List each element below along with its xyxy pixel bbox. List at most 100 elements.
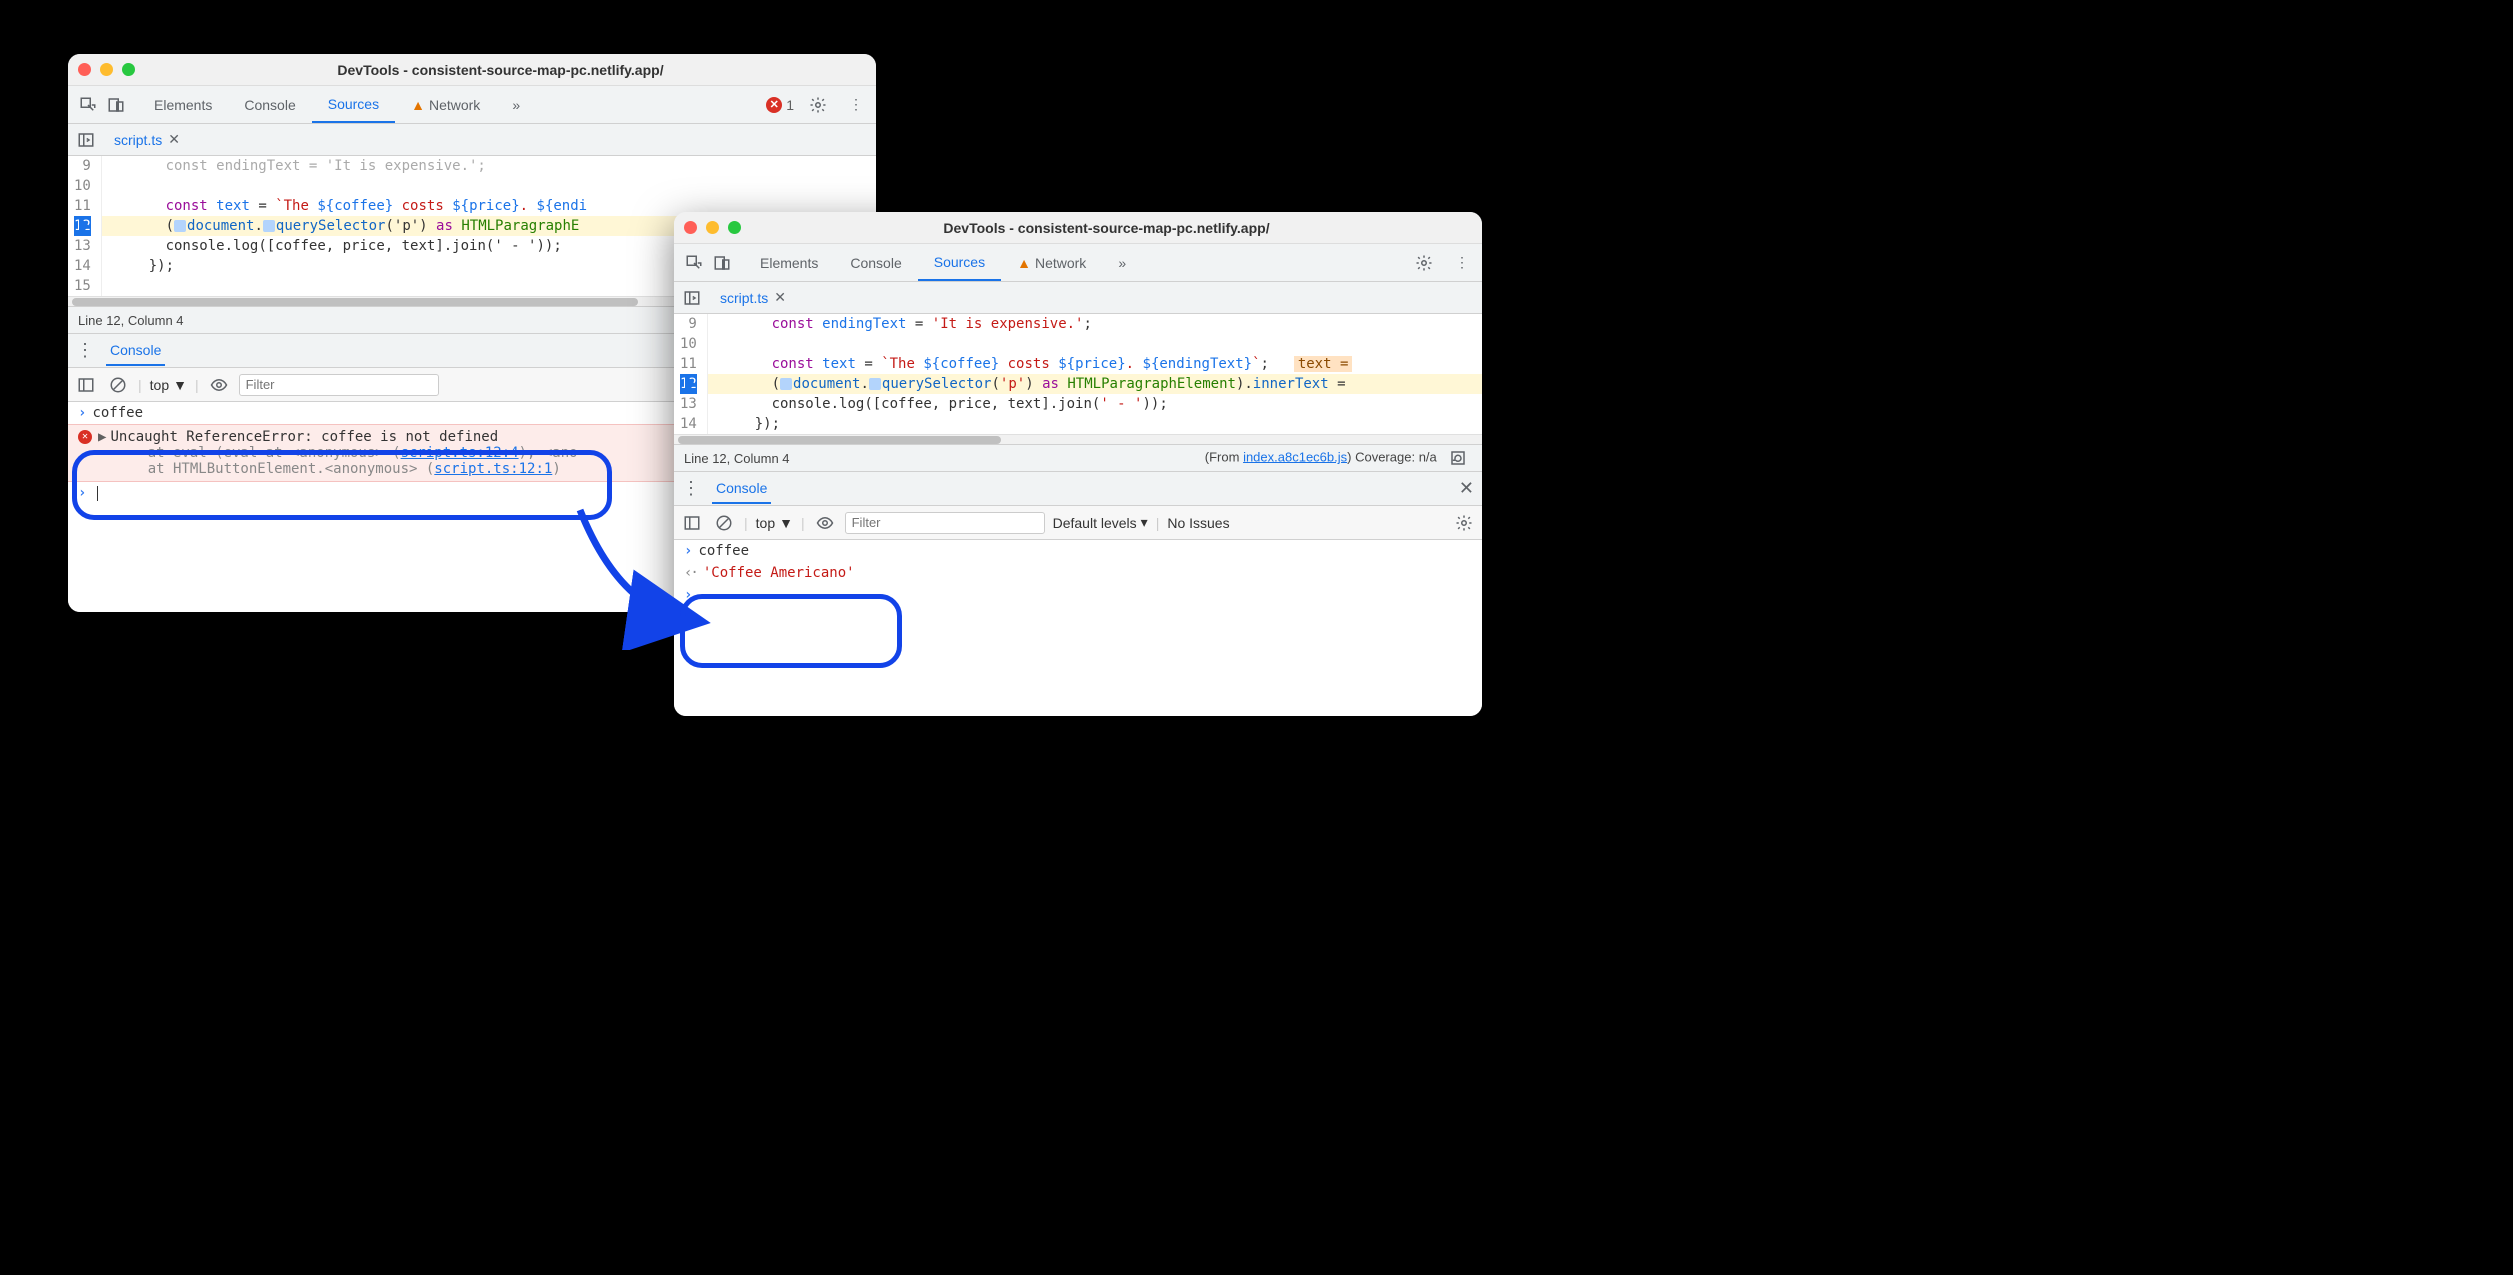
warning-icon: ▲ [1017, 255, 1031, 271]
settings-icon[interactable] [1410, 249, 1438, 277]
code-line: const text = `The ${coffee} costs ${pric… [708, 354, 1482, 374]
error-count-badge[interactable]: ✕1 [766, 97, 794, 113]
drawer-menu-icon[interactable]: ⋮ [76, 340, 94, 361]
file-tab-script[interactable]: script.ts ✕ [712, 289, 794, 306]
inspect-element-icon[interactable] [680, 249, 708, 277]
show-navigator-icon[interactable] [678, 284, 706, 312]
line-gutter: 9 10 11 12 13 14 [674, 314, 708, 434]
window-title: DevTools - consistent-source-map-pc.netl… [135, 62, 866, 78]
error-count: 1 [786, 97, 794, 113]
cursor-position: Line 12, Column 4 [78, 313, 184, 328]
device-toolbar-icon[interactable] [708, 249, 736, 277]
issues-label: No Issues [1167, 515, 1229, 531]
code-lines: const endingText = 'It is expensive.'; c… [708, 314, 1482, 434]
issues-indicator[interactable]: No Issues [1167, 515, 1229, 531]
gutter-line: 11 [680, 354, 697, 374]
inspect-element-icon[interactable] [74, 91, 102, 119]
kebab-menu-icon[interactable]: ⋮ [1448, 249, 1476, 277]
tab-network[interactable]: ▲Network [1001, 244, 1102, 281]
toggle-sidebar-icon[interactable] [74, 373, 98, 397]
main-toolbar: Elements Console Sources ▲Network » ⋮ [674, 244, 1482, 282]
tab-elements[interactable]: Elements [138, 86, 228, 123]
close-window-button[interactable] [684, 221, 697, 234]
horizontal-scrollbar[interactable] [674, 434, 1482, 444]
gutter-line: 9 [680, 314, 697, 334]
source-map-info: (From index.a8c1ec6b.js) Coverage: n/a [1205, 444, 1472, 472]
console-output-text: 'Coffee Americano' [703, 565, 855, 581]
tab-elements[interactable]: Elements [744, 244, 834, 281]
minimize-window-button[interactable] [100, 63, 113, 76]
device-toolbar-icon[interactable] [102, 91, 130, 119]
console-input-text: coffee [698, 543, 749, 559]
code-line: const endingText = 'It is expensive.'; [708, 314, 1482, 334]
expand-icon[interactable]: ▶ [98, 429, 106, 445]
error-icon: ✕ [766, 97, 782, 113]
code-line: const endingText = 'It is expensive.'; [102, 156, 876, 176]
tab-network[interactable]: ▲Network [395, 86, 496, 123]
gutter-line: 10 [74, 176, 91, 196]
console-input-text: coffee [92, 405, 143, 421]
drawer-tab-console[interactable]: Console [712, 473, 771, 504]
execution-context-selector[interactable]: top ▼ [150, 377, 187, 393]
live-expression-icon[interactable] [207, 373, 231, 397]
tabs-overflow-button[interactable]: » [496, 86, 536, 123]
file-tab-label: script.ts [720, 290, 768, 306]
console-input-row: coffee [674, 540, 1482, 562]
stack-link[interactable]: script.ts:12:1 [434, 461, 552, 477]
console-filter-input[interactable] [845, 512, 1045, 534]
console-output-row: 'Coffee Americano' [674, 562, 1482, 584]
settings-icon[interactable] [804, 91, 832, 119]
source-map-link[interactable]: index.a8c1ec6b.js [1243, 449, 1347, 464]
window-title: DevTools - consistent-source-map-pc.netl… [741, 220, 1472, 236]
gutter-line-current: 12 [680, 374, 697, 394]
stack-link[interactable]: script.ts:12:4 [401, 445, 519, 461]
code-line-current: (document.querySelector('p') as HTMLPara… [708, 374, 1482, 394]
tabs-overflow-button[interactable]: » [1102, 244, 1142, 281]
drawer-header: ⋮ Console ✕ [674, 472, 1482, 506]
console-settings-icon[interactable] [1452, 511, 1476, 535]
close-tab-icon[interactable]: ✕ [774, 289, 786, 306]
close-window-button[interactable] [78, 63, 91, 76]
log-levels-selector[interactable]: Default levels ▾ [1053, 514, 1148, 531]
drawer-menu-icon[interactable]: ⋮ [682, 478, 700, 499]
tab-console[interactable]: Console [228, 86, 311, 123]
console-filter-input[interactable] [239, 374, 439, 396]
console-prompt[interactable]: › [674, 584, 1482, 606]
tab-console[interactable]: Console [834, 244, 917, 281]
clear-console-icon[interactable] [106, 373, 130, 397]
drawer-tab-console[interactable]: Console [106, 335, 165, 366]
main-toolbar: Elements Console Sources ▲Network » ✕1 ⋮ [68, 86, 876, 124]
close-drawer-icon[interactable]: ✕ [1459, 478, 1474, 499]
editor-status-bar: Line 12, Column 4 (From index.a8c1ec6b.j… [674, 444, 1482, 472]
tab-sources[interactable]: Sources [312, 86, 395, 123]
coverage-reload-icon[interactable] [1444, 444, 1472, 472]
error-message: Uncaught ReferenceError: coffee is not d… [110, 429, 498, 445]
console-body[interactable]: coffee 'Coffee Americano' › [674, 540, 1482, 716]
code-line: }); [708, 414, 1482, 434]
live-expression-icon[interactable] [813, 511, 837, 535]
execution-context-selector[interactable]: top ▼ [756, 515, 793, 531]
cursor-caret [97, 486, 98, 501]
show-navigator-icon[interactable] [72, 126, 100, 154]
titlebar: DevTools - consistent-source-map-pc.netl… [674, 212, 1482, 244]
titlebar: DevTools - consistent-source-map-pc.netl… [68, 54, 876, 86]
chevron-down-icon: ▼ [173, 377, 187, 393]
error-icon: ✕ [78, 430, 92, 444]
maximize-window-button[interactable] [728, 221, 741, 234]
close-tab-icon[interactable]: ✕ [168, 131, 180, 148]
gutter-line: 9 [74, 156, 91, 176]
clear-console-icon[interactable] [712, 511, 736, 535]
gutter-line: 13 [680, 394, 697, 414]
property-badge-icon [780, 378, 792, 390]
gutter-line: 10 [680, 334, 697, 354]
file-tab-script[interactable]: script.ts ✕ [106, 131, 188, 148]
file-tab-bar: script.ts ✕ [674, 282, 1482, 314]
toggle-sidebar-icon[interactable] [680, 511, 704, 535]
maximize-window-button[interactable] [122, 63, 135, 76]
source-code-editor[interactable]: 9 10 11 12 13 14 const endingText = 'It … [674, 314, 1482, 434]
traffic-lights [684, 221, 741, 234]
tab-sources[interactable]: Sources [918, 244, 1001, 281]
file-tab-bar: script.ts ✕ [68, 124, 876, 156]
kebab-menu-icon[interactable]: ⋮ [842, 91, 870, 119]
minimize-window-button[interactable] [706, 221, 719, 234]
